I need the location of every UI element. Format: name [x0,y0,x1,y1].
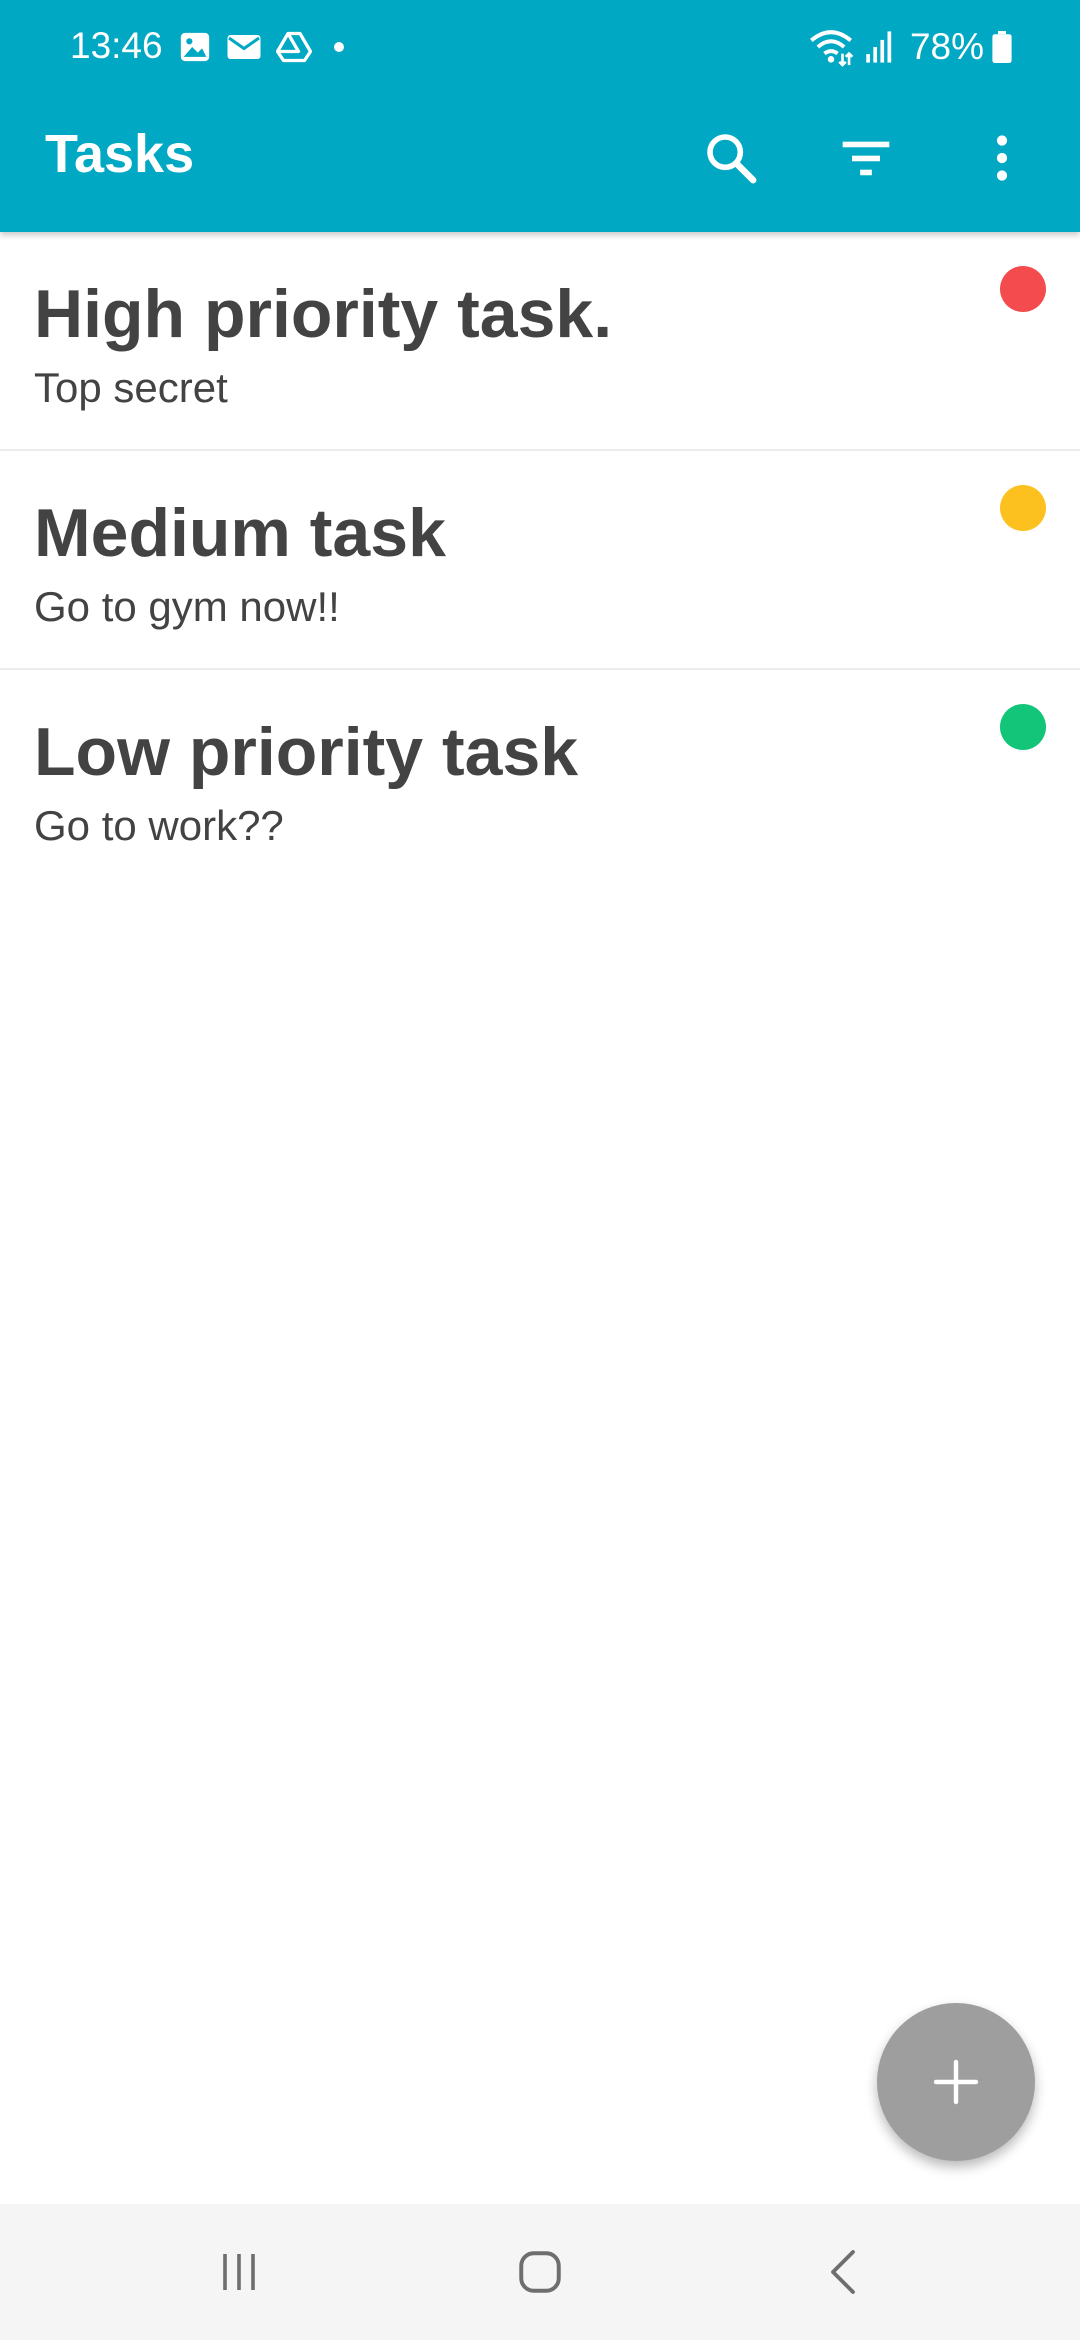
filter-button[interactable] [830,122,902,194]
recents-icon [223,2254,255,2290]
app-bar: Tasks [0,92,1080,232]
signal-icon [864,30,894,64]
task-description: Top secret [34,364,228,411]
system-status-icons: 78% [808,22,1012,72]
battery-percent: 78% [909,26,984,67]
gallery-icon [178,30,212,64]
drive-icon [276,30,312,64]
back-icon [831,2250,855,2294]
task-title: Medium task [34,495,446,571]
system-nav-bar [0,2204,1080,2340]
home-icon [519,2251,561,2293]
recents-button[interactable] [194,2232,284,2312]
search-button[interactable] [695,122,767,194]
more-options-button[interactable] [966,122,1038,194]
task-list: High priority task. Top secret Medium ta… [0,232,1080,889]
dot-icon [334,42,344,52]
status-bar: 13:46 78% [0,0,1080,92]
notification-icons [178,28,358,66]
task-item-high[interactable]: High priority task. Top secret [0,232,1080,451]
battery-icon [992,31,1012,63]
top-area: 13:46 78% Tasks [0,0,1080,232]
filter-icon [842,141,890,176]
add-task-button[interactable] [877,2003,1035,2161]
task-item-low[interactable]: Low priority task Go to work?? [0,670,1080,889]
task-description: Go to gym now!! [34,583,340,630]
home-button[interactable] [495,2232,585,2312]
task-title: Low priority task [34,714,579,790]
status-time: 13:46 [70,25,163,66]
wifi-icon [808,27,854,67]
priority-indicator-high [1000,266,1046,312]
search-icon [707,134,757,184]
page-title: Tasks [45,124,195,184]
task-item-medium[interactable]: Medium task Go to gym now!! [0,451,1080,670]
priority-indicator-medium [1000,485,1046,531]
task-title: High priority task. [34,276,613,352]
plus-icon [933,2059,979,2105]
email-icon [226,32,262,62]
more-vert-icon [996,135,1008,181]
task-description: Go to work?? [34,802,284,849]
priority-indicator-low [1000,704,1046,750]
back-button[interactable] [800,2232,890,2312]
